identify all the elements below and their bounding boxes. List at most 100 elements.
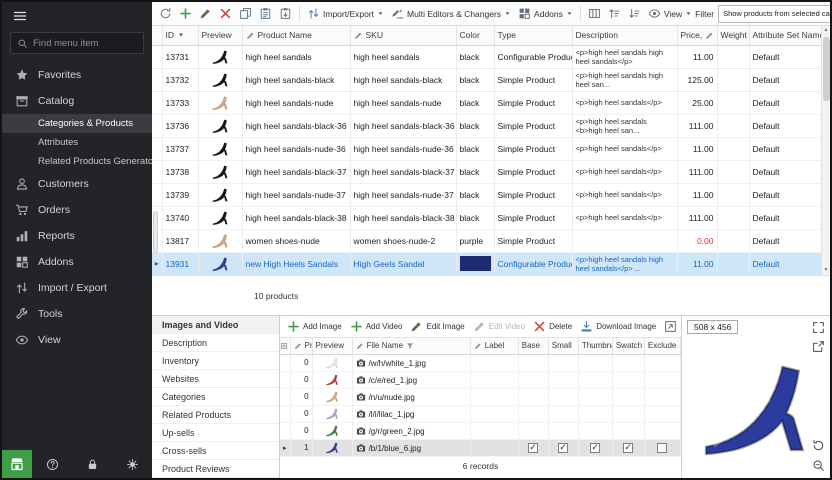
rotate-icon[interactable]: [812, 439, 825, 452]
sidebar-item-orders[interactable]: Orders: [2, 197, 152, 223]
sidebar-item-view[interactable]: View: [2, 327, 152, 353]
add-image-button[interactable]: Add Image: [284, 318, 345, 335]
column-header-attribute-set-name[interactable]: Attribute Set Name: [749, 26, 821, 45]
clipboard-button[interactable]: [276, 5, 295, 22]
product-row[interactable]: 13817women shoes-nudewomen shoes-nude-2p…: [152, 229, 821, 252]
add-button[interactable]: [176, 5, 195, 22]
image-row[interactable]: ▸1/b/1/blue_6.jpg: [280, 439, 681, 456]
gear-icon[interactable]: [112, 458, 152, 471]
image-row[interactable]: 0/w/h/white_1.jpg: [280, 354, 681, 371]
sidebar-item-categories-products[interactable]: Categories & Products: [2, 114, 152, 133]
column-header-exclude[interactable]: Exclude: [644, 338, 680, 354]
column-header-small[interactable]: Small: [548, 338, 578, 354]
exclude-checkbox[interactable]: [657, 443, 667, 453]
column-header-id[interactable]: ID: [162, 26, 198, 45]
paste-button[interactable]: [256, 5, 275, 22]
sidebar-item-related-products-generator[interactable]: Related Products Generator: [2, 152, 152, 171]
delete-button[interactable]: [216, 5, 235, 22]
sidebar-item-reports[interactable]: Reports: [2, 223, 152, 249]
column-header-type[interactable]: Type: [494, 26, 572, 45]
tab-cross-sells[interactable]: Cross-sells: [152, 442, 279, 460]
sidebar-search[interactable]: [10, 32, 144, 54]
image-row[interactable]: 0/n/u/nude.jpg: [280, 388, 681, 405]
tab-up-sells[interactable]: Up-sells: [152, 424, 279, 442]
column-header-preview[interactable]: Preview: [198, 26, 242, 45]
sidebar-item-catalog[interactable]: Catalog: [2, 88, 152, 114]
open-external-icon[interactable]: [812, 340, 825, 353]
help-icon[interactable]: [32, 458, 72, 471]
scroll-down-icon[interactable]: ▾: [824, 266, 827, 275]
image-row-expander[interactable]: ▸: [280, 439, 290, 456]
image-row[interactable]: 0/l/i/lilac_1.jpg: [280, 405, 681, 422]
lock-icon[interactable]: [72, 458, 112, 471]
product-row[interactable]: 13738high heel sandals-black-37high heel…: [152, 160, 821, 183]
column-header-description[interactable]: Description: [572, 26, 677, 45]
sortasc-button[interactable]: [605, 5, 624, 22]
download-image-button[interactable]: Download Image: [577, 318, 659, 335]
product-row[interactable]: 13739high heel sandals-nude-37high heel …: [152, 183, 821, 206]
product-row[interactable]: 13731high heel sandalshigh heel sandalsb…: [152, 45, 821, 68]
multi-editors-changers-button[interactable]: Multi Editors & Changers: [388, 5, 514, 22]
sidebar-item-attributes[interactable]: Attributes: [2, 133, 152, 152]
tab-images-and-video[interactable]: Images and Video: [152, 316, 279, 334]
tab-inventory[interactable]: Inventory: [152, 352, 279, 370]
zoom-out-icon[interactable]: [812, 459, 825, 472]
tab-description[interactable]: Description: [152, 334, 279, 352]
set-resize-rule-button[interactable]: Set Resize Rule: [661, 318, 681, 335]
tab-product-reviews[interactable]: Product Reviews: [152, 460, 279, 478]
row-expander[interactable]: ▸: [152, 252, 162, 275]
product-row[interactable]: 13736high heel sandals-black-36high heel…: [152, 114, 821, 137]
tab-categories[interactable]: Categories: [152, 388, 279, 406]
product-row[interactable]: 13732high heel sandals-blackhigh heel sa…: [152, 68, 821, 91]
menu-icon[interactable]: [12, 8, 28, 24]
sidebar-item-addons[interactable]: Addons: [2, 249, 152, 275]
refresh-button[interactable]: [156, 5, 175, 22]
sidebar-item-import-export[interactable]: Import / Export: [2, 275, 152, 301]
sortdesc-button[interactable]: [625, 5, 644, 22]
column-header-thumbna[interactable]: Thumbna: [578, 338, 612, 354]
edit-image-button[interactable]: Edit Image: [407, 318, 467, 335]
column-header-color[interactable]: Color: [456, 26, 494, 45]
image-row[interactable]: 0/g/r/green_2.jpg: [280, 422, 681, 439]
delete-button[interactable]: Delete: [530, 318, 575, 335]
add-video-button[interactable]: Add Video: [347, 318, 406, 335]
scroll-up-icon[interactable]: ▴: [824, 26, 827, 35]
column-header-product-name[interactable]: Product Name: [242, 26, 350, 45]
sidebar-item-customers[interactable]: Customers: [2, 171, 152, 197]
products-scrollbar[interactable]: ▴ ▾: [821, 26, 830, 275]
columns-button[interactable]: [585, 5, 604, 22]
edit-video-button[interactable]: Edit Video: [470, 318, 528, 335]
edit-button[interactable]: [196, 5, 215, 22]
sidebar-item-favorites[interactable]: Favorites: [2, 62, 152, 88]
column-header-sku[interactable]: SKU: [350, 26, 456, 45]
column-header-price[interactable]: Price,: [677, 26, 717, 45]
category-filter-select[interactable]: Show products from selected categories: [718, 5, 830, 23]
menu-search-input[interactable]: [33, 38, 137, 49]
product-row[interactable]: 13737high heel sandals-nude-36high heel …: [152, 137, 821, 160]
sidebar-item-tools[interactable]: Tools: [2, 301, 152, 327]
column-header-file-name[interactable]: File Name: [352, 338, 470, 354]
column-header-label[interactable]: Label: [470, 338, 518, 354]
copy-button[interactable]: [236, 5, 255, 22]
addons-button[interactable]: Addons: [515, 5, 576, 22]
splitter-handle[interactable]: [153, 211, 158, 253]
product-row[interactable]: 13740high heel sandals-black-38high heel…: [152, 206, 821, 229]
thumbnail-checkbox[interactable]: [590, 443, 600, 453]
image-row[interactable]: 0/c/e/red_1.jpg: [280, 371, 681, 388]
column-header-base[interactable]: Base: [518, 338, 548, 354]
scrollbar-thumb[interactable]: [823, 37, 830, 101]
product-row[interactable]: 13733high heel sandals-nudehigh heel san…: [152, 91, 821, 114]
tab-websites[interactable]: Websites: [152, 370, 279, 388]
small-checkbox[interactable]: [558, 443, 568, 453]
column-header-preview[interactable]: Preview: [312, 338, 352, 354]
import-export-button[interactable]: Import/Export: [304, 5, 387, 22]
product-row[interactable]: ▸13931new High Heels SandalsHigh Geels S…: [152, 252, 821, 275]
store-icon[interactable]: [2, 450, 32, 478]
base-checkbox[interactable]: [528, 443, 538, 453]
swatch-checkbox[interactable]: [623, 443, 633, 453]
fullscreen-icon[interactable]: [812, 321, 825, 334]
column-header-pr[interactable]: Pr: [290, 338, 312, 354]
view-button[interactable]: View: [645, 5, 695, 22]
column-header-weight[interactable]: Weight: [717, 26, 749, 45]
tab-related-products[interactable]: Related Products: [152, 406, 279, 424]
